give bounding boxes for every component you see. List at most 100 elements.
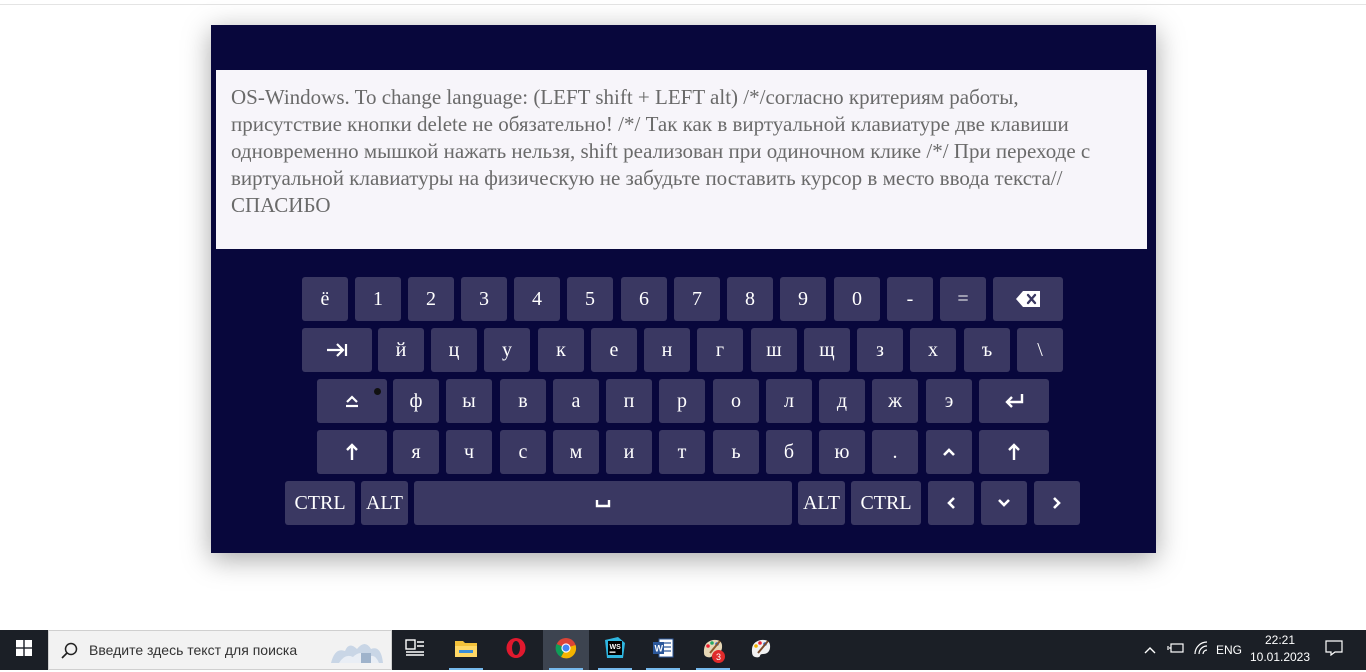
key-o[interactable]: о — [713, 379, 759, 423]
search-highlight-art-icon — [325, 635, 387, 667]
shift-arrow-icon — [1008, 443, 1020, 461]
clock-time: 22:21 — [1264, 633, 1296, 647]
key-l[interactable]: л — [766, 379, 812, 423]
key-y[interactable]: ы — [446, 379, 492, 423]
key-ctrl-right[interactable]: CTRL — [851, 481, 921, 525]
key-b[interactable]: б — [766, 430, 812, 474]
chevron-up-icon — [942, 447, 956, 457]
key-e[interactable]: э — [926, 379, 972, 423]
key-minus[interactable]: - — [887, 277, 933, 321]
key-arrow-left[interactable] — [928, 481, 974, 525]
key-shch[interactable]: щ — [804, 328, 850, 372]
key-r[interactable]: р — [659, 379, 705, 423]
key-8[interactable]: 8 — [727, 277, 773, 321]
language-indicator[interactable]: ENG — [1212, 630, 1246, 670]
capslock-indicator — [374, 388, 381, 395]
taskbar-file-explorer[interactable] — [443, 630, 489, 670]
key-backspace[interactable] — [993, 277, 1063, 321]
key-ctrl-left[interactable]: CTRL — [285, 481, 355, 525]
wifi-icon — [1193, 640, 1209, 660]
show-hidden-icons-button[interactable] — [1140, 630, 1160, 670]
file-explorer-icon — [454, 638, 478, 663]
key-shift-left[interactable] — [317, 430, 387, 474]
task-view-button[interactable] — [392, 630, 438, 670]
key-p[interactable]: п — [606, 379, 652, 423]
key-sh[interactable]: ш — [751, 328, 797, 372]
key-alt-right[interactable]: ALT — [798, 481, 845, 525]
key-ch[interactable]: ч — [446, 430, 492, 474]
key-1[interactable]: 1 — [355, 277, 401, 321]
key-yu[interactable]: ю — [819, 430, 865, 474]
key-u[interactable]: у — [484, 328, 530, 372]
paint-3d-icon — [750, 637, 772, 664]
key-s[interactable]: с — [500, 430, 546, 474]
key-v[interactable]: в — [500, 379, 546, 423]
key-7[interactable]: 7 — [674, 277, 720, 321]
browser-top-border — [0, 4, 1366, 5]
windows-logo-icon — [16, 639, 32, 661]
key-arrow-up[interactable] — [926, 430, 972, 474]
key-3[interactable]: 3 — [461, 277, 507, 321]
search-icon — [61, 642, 79, 660]
key-shift-right[interactable] — [979, 430, 1049, 474]
key-equals[interactable]: = — [940, 277, 986, 321]
key-a[interactable]: а — [553, 379, 599, 423]
key-period[interactable]: . — [872, 430, 918, 474]
capslock-icon — [345, 394, 359, 408]
key-enter[interactable] — [979, 379, 1049, 423]
key-hard-sign[interactable]: ъ — [964, 328, 1010, 372]
key-f[interactable]: ф — [393, 379, 439, 423]
text-input-area[interactable]: OS-Windows. To change language: (LEFT sh… — [216, 70, 1147, 249]
key-m[interactable]: м — [553, 430, 599, 474]
battery-plug-icon — [1167, 641, 1185, 660]
key-backslash[interactable]: \ — [1017, 328, 1063, 372]
battery-status[interactable] — [1164, 630, 1188, 670]
key-ye[interactable]: е — [591, 328, 637, 372]
key-n[interactable]: н — [644, 328, 690, 372]
chevron-up-icon — [1144, 641, 1156, 659]
key-tab[interactable] — [302, 328, 372, 372]
key-ya[interactable]: я — [393, 430, 439, 474]
key-4[interactable]: 4 — [514, 277, 560, 321]
taskbar-search-box[interactable]: Введите здесь текст для поиска — [48, 630, 392, 670]
key-0[interactable]: 0 — [834, 277, 880, 321]
start-button[interactable] — [0, 630, 48, 670]
search-placeholder: Введите здесь текст для поиска — [89, 642, 298, 658]
key-arrow-right[interactable] — [1034, 481, 1080, 525]
key-arrow-down[interactable] — [981, 481, 1027, 525]
notification-badge: 3 — [712, 650, 725, 663]
key-y-short[interactable]: й — [378, 328, 424, 372]
taskbar-webstorm[interactable]: WS — [592, 630, 638, 670]
taskbar-opera[interactable] — [493, 630, 539, 670]
svg-text:W: W — [655, 643, 664, 653]
key-z[interactable]: з — [857, 328, 903, 372]
key-zh[interactable]: ж — [872, 379, 918, 423]
wifi-status[interactable] — [1190, 630, 1212, 670]
enter-icon — [1003, 393, 1025, 409]
chevron-left-icon — [946, 496, 956, 510]
key-i[interactable]: и — [606, 430, 652, 474]
key-alt-left[interactable]: ALT — [361, 481, 408, 525]
webstorm-icon: WS — [604, 636, 626, 664]
key-d[interactable]: д — [819, 379, 865, 423]
key-yo[interactable]: ё — [302, 277, 348, 321]
key-ts[interactable]: ц — [431, 328, 477, 372]
taskbar-chrome[interactable] — [543, 630, 589, 670]
notification-icon — [1325, 639, 1343, 661]
key-space[interactable] — [414, 481, 792, 525]
action-center-button[interactable] — [1318, 630, 1350, 670]
key-kh[interactable]: х — [910, 328, 956, 372]
taskbar-paint[interactable] — [690, 630, 736, 670]
taskbar-paint-3d[interactable] — [738, 630, 784, 670]
key-t[interactable]: т — [659, 430, 705, 474]
key-5[interactable]: 5 — [567, 277, 613, 321]
key-6[interactable]: 6 — [621, 277, 667, 321]
key-9[interactable]: 9 — [780, 277, 826, 321]
key-capslock[interactable] — [317, 379, 387, 423]
key-g[interactable]: г — [697, 328, 743, 372]
key-k[interactable]: к — [538, 328, 584, 372]
taskbar-word[interactable]: W — [640, 630, 686, 670]
taskbar-clock[interactable]: 22:21 10.01.2023 — [1248, 632, 1312, 668]
key-soft-sign[interactable]: ь — [713, 430, 759, 474]
key-2[interactable]: 2 — [408, 277, 454, 321]
